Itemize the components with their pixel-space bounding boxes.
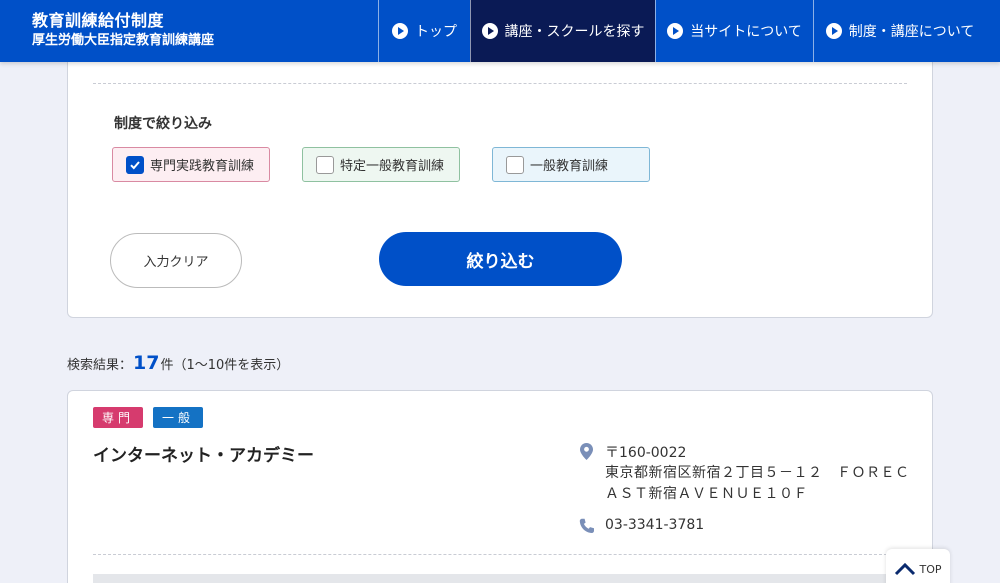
checkbox-ippan[interactable]: 一般教育訓練: [492, 147, 650, 182]
nav-item-search[interactable]: 講座・スクールを探す: [470, 0, 655, 62]
checkbox-checked-icon: [126, 155, 144, 174]
nav-item-about[interactable]: 当サイトについて: [655, 0, 813, 62]
divider: [93, 554, 907, 555]
filter-panel: 制度で絞り込み 専門実践教育訓練 特定一般教育訓練 一般教育訓練 入力クリア 絞…: [67, 50, 933, 318]
results-prefix: 検索結果：: [67, 358, 133, 373]
nav-item-system[interactable]: 制度・講座について: [813, 0, 986, 62]
site-subtitle: 厚生労働大臣指定教育訓練講座: [32, 33, 215, 48]
tag-ippan: 一般: [153, 407, 204, 428]
checkbox-label: 特定一般教育訓練: [340, 159, 445, 174]
filter-submit-button[interactable]: 絞り込む: [379, 232, 622, 286]
phone-number[interactable]: 03-3341-3781: [605, 517, 704, 533]
back-to-top-button[interactable]: TOP: [886, 549, 950, 583]
checkbox-tokutei[interactable]: 特定一般教育訓練: [302, 147, 460, 182]
chevron-up-icon: [895, 562, 916, 576]
checkbox-empty-icon: [316, 155, 334, 174]
checkbox-senmon[interactable]: 専門実践教育訓練: [112, 147, 270, 182]
clear-button[interactable]: 入力クリア: [110, 233, 242, 288]
divider: [93, 83, 907, 84]
back-to-top-label: TOP: [919, 562, 942, 576]
checkbox-label: 一般教育訓練: [530, 159, 609, 174]
play-circle-icon: [481, 23, 498, 39]
play-circle-icon: [392, 23, 408, 39]
nav-item-label: 講座・スクールを探す: [504, 24, 645, 40]
play-circle-icon: [667, 23, 684, 39]
school-name[interactable]: インターネット・アカデミー: [93, 441, 314, 466]
checkbox-label: 専門実践教育訓練: [150, 159, 255, 174]
nav-item-top[interactable]: トップ: [378, 0, 470, 62]
postal-code: 〒160-0022: [605, 445, 687, 461]
results-summary: 検索結果： 17 件（1〜10件を表示）: [67, 352, 289, 374]
address: 東京都新宿区新宿２丁目５－１２ ＦＯＲＥＣＡＳＴ新宿ＡＶＥＮＵＥ１０Ｆ: [605, 465, 910, 502]
filter-title: 制度で絞り込み: [114, 116, 212, 132]
site-title: 教育訓練給付制度: [32, 11, 165, 30]
result-card: 専門 一般 インターネット・アカデミー 〒160-0022 東京都新宿区新宿２丁…: [67, 390, 933, 583]
tag-senmon: 専門: [93, 407, 144, 428]
checkbox-empty-icon: [506, 155, 524, 174]
nav-item-label: 制度・講座について: [848, 24, 975, 40]
nav-item-label: トップ: [415, 24, 457, 40]
results-suffix: 件（1〜10件を表示）: [160, 358, 290, 373]
brand[interactable]: 教育訓練給付制度 厚生労働大臣指定教育訓練講座: [0, 0, 378, 62]
main-nav: トップ 講座・スクールを探す 当サイトについて 制度・講座について: [378, 0, 986, 62]
site-header: 教育訓練給付制度 厚生労働大臣指定教育訓練講座 トップ 講座・スクールを探す 当…: [0, 0, 1000, 62]
nav-item-label: 当サイトについて: [690, 24, 802, 40]
map-pin-icon: [580, 443, 593, 460]
play-circle-icon: [825, 23, 842, 39]
results-count: 17: [133, 352, 160, 374]
phone-icon: [579, 518, 594, 533]
card-bottom-bar: [93, 574, 907, 583]
